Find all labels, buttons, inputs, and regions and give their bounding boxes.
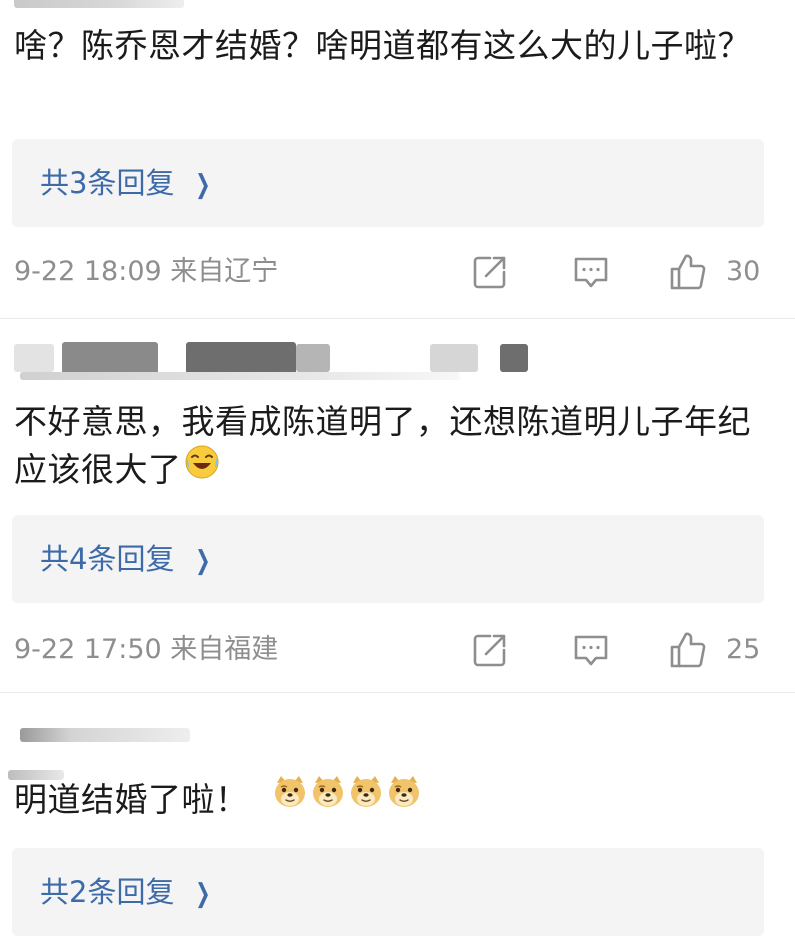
blurred-name-segment: [430, 344, 478, 372]
comment-text-3: 明道结婚了啦！: [14, 776, 774, 824]
reply-count-label-2: 共4条回复: [40, 542, 175, 576]
chevron-right-icon: ❯: [195, 170, 211, 200]
reply-count-label-1: 共3条回复: [40, 166, 175, 200]
chevron-right-icon: ❯: [195, 879, 211, 909]
blurred-name-segment: [62, 342, 158, 374]
doge-emoji: [310, 774, 346, 823]
comment-text-2: 不好意思，我看成陈道明了，还想陈道明儿子年纪应该很大了: [14, 398, 774, 494]
blurred-avatar: [14, 344, 54, 372]
laugh-cry-emoji: [184, 444, 220, 493]
comment-icon[interactable]: [571, 630, 611, 670]
thumbs-up-icon[interactable]: [668, 252, 708, 292]
comment-icon[interactable]: [571, 252, 611, 292]
doge-emoji-group: [271, 776, 423, 819]
view-replies-link-3[interactable]: 共2条回复 ❯: [40, 848, 214, 936]
reply-box-1[interactable]: 共3条回复 ❯: [12, 139, 764, 227]
thumbs-up-icon[interactable]: [668, 630, 708, 670]
comment-meta-2: 9-22 17:50 来自福建 25: [0, 624, 795, 676]
reply-box-3[interactable]: 共2条回复 ❯: [12, 848, 764, 936]
share-icon[interactable]: [470, 252, 510, 292]
blurred-name-segment: [186, 342, 296, 374]
time-location-2: 9-22 17:50 来自福建: [14, 634, 279, 665]
blurred-username-3: [20, 728, 190, 742]
doge-emoji: [272, 774, 308, 823]
like-count-2: 25: [726, 634, 761, 665]
divider: [0, 318, 795, 319]
divider: [0, 692, 795, 693]
blurred-name-segment: [500, 344, 528, 372]
view-replies-link-2[interactable]: 共4条回复 ❯: [40, 515, 214, 603]
comment-text-1: 啥？陈乔恩才结婚？啥明道都有这么大的儿子啦？: [14, 26, 751, 65]
share-icon[interactable]: [470, 630, 510, 670]
blurred-subline: [20, 372, 460, 380]
reply-count-label-3: 共2条回复: [40, 875, 175, 909]
time-location-1: 9-22 18:09 来自辽宁: [14, 256, 279, 287]
blurred-username-2: [14, 340, 534, 376]
reply-box-2[interactable]: 共4条回复 ❯: [12, 515, 764, 603]
like-count-1: 30: [726, 256, 761, 287]
comment-text-3-body: 明道结婚了啦！: [14, 780, 249, 819]
comment-text-2-body: 不好意思，我看成陈道明了，还想陈道明儿子年纪应该很大了: [14, 402, 751, 489]
cropped-username: [14, 0, 184, 8]
view-replies-link-1[interactable]: 共3条回复 ❯: [40, 139, 214, 227]
comment-meta-1: 9-22 18:09 来自辽宁 30: [0, 246, 795, 298]
doge-emoji: [348, 774, 384, 823]
doge-emoji: [386, 774, 422, 823]
blurred-name-segment: [296, 344, 330, 372]
comment-list: 啥？陈乔恩才结婚？啥明道都有这么大的儿子啦？ 共3条回复 ❯ 9-22 18:09…: [0, 0, 795, 946]
chevron-right-icon: ❯: [195, 546, 211, 576]
